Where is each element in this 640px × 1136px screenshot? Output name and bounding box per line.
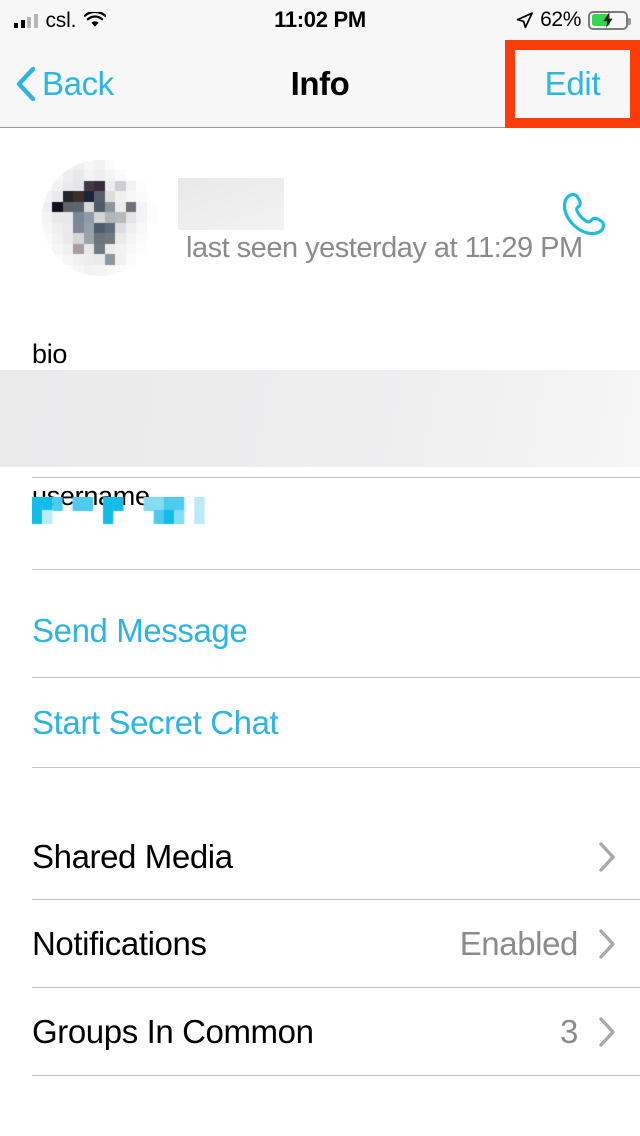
notifications-label: Notifications (32, 925, 207, 962)
avatar[interactable] (42, 160, 158, 276)
location-arrow-icon (516, 11, 534, 29)
shared-media-label: Shared Media (32, 837, 233, 875)
groups-in-common-row[interactable]: Groups In Common 3 (0, 988, 640, 1076)
chevron-right-icon (599, 1017, 616, 1047)
send-message-label: Send Message (32, 612, 248, 649)
groups-in-common-value: 3 (560, 1013, 578, 1050)
phone-call-icon[interactable] (556, 187, 612, 243)
content-area: last seen yesterday at 11:29 PM bio user… (0, 129, 640, 1076)
groups-in-common-label: Groups In Common (32, 1013, 314, 1050)
profile-header: last seen yesterday at 11:29 PM (0, 129, 640, 321)
start-secret-chat-row[interactable]: Start Secret Chat (0, 678, 640, 768)
battery-percent-label: 62% (540, 8, 581, 31)
navigation-bar: Back Info Edit (0, 40, 640, 128)
last-seen-status: last seen yesterday at 11:29 PM (186, 232, 583, 264)
username-field[interactable]: username (0, 449, 640, 584)
edit-button-region: Edit (505, 40, 640, 128)
send-message-row[interactable]: Send Message (0, 584, 640, 678)
separator (32, 1075, 640, 1076)
battery-charging-icon (588, 10, 631, 30)
username-value-redacted (32, 497, 218, 525)
start-secret-chat-label: Start Secret Chat (32, 704, 279, 741)
notifications-value: Enabled (459, 925, 579, 962)
bio-label: bio (32, 339, 68, 369)
status-bar-right: 62% (516, 0, 631, 40)
separator (32, 569, 640, 570)
chevron-right-icon (599, 929, 616, 959)
status-bar: csl. 11:02 PM 62% (0, 0, 640, 40)
edit-button[interactable]: Edit (505, 40, 640, 128)
shared-media-row[interactable]: Shared Media (0, 813, 640, 900)
bio-field: bio (0, 321, 640, 478)
contact-name-redacted (178, 178, 284, 230)
separator (32, 767, 640, 768)
chevron-right-icon (599, 841, 616, 872)
phone-screen: csl. 11:02 PM 62% Back Info Edit last se… (0, 0, 640, 1136)
notifications-row[interactable]: Notifications Enabled (0, 900, 640, 988)
